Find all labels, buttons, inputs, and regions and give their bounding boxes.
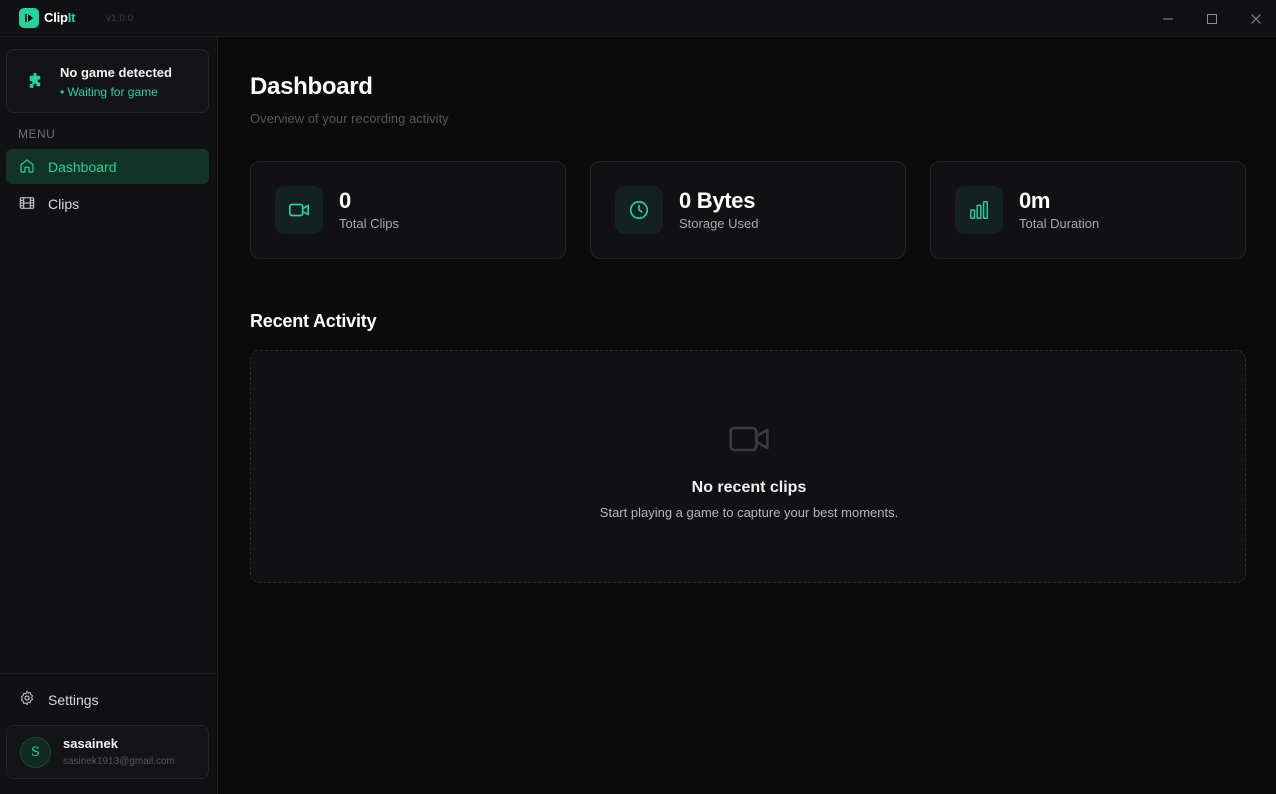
stat-value: 0 [339, 188, 351, 213]
sidebar-item-dashboard[interactable]: Dashboard [6, 149, 209, 184]
page-subtitle: Overview of your recording activity [250, 111, 449, 126]
stat-card-total-duration: 0m Total Duration [930, 161, 1246, 259]
sidebar-item-settings[interactable]: Settings [6, 681, 209, 716]
page-title: Dashboard [250, 73, 373, 100]
stat-value: 0m [1019, 188, 1051, 213]
app-logo-icon [19, 8, 39, 28]
minimize-button[interactable] [1146, 0, 1190, 37]
user-email: sasinek1913@gmail.com [63, 756, 175, 767]
recent-activity-panel: No recent clips Start playing a game to … [250, 350, 1246, 583]
user-name: sasainek [63, 736, 118, 751]
sidebar-divider [0, 673, 217, 674]
gear-icon [20, 690, 33, 706]
puzzle-icon [29, 72, 41, 88]
minimize-icon [1163, 18, 1173, 19]
sidebar-item-clips[interactable]: Clips [6, 186, 209, 221]
stat-label: Storage Used [679, 216, 759, 231]
game-status-title: No game detected [60, 65, 172, 80]
home-icon [20, 159, 34, 173]
close-button[interactable] [1234, 0, 1276, 37]
close-icon [1251, 13, 1261, 24]
settings-label: Settings [48, 692, 99, 708]
stat-card-storage-used: 0 Bytes Storage Used [590, 161, 906, 259]
video-icon [275, 186, 323, 234]
bar-chart-icon [955, 186, 1003, 234]
sidebar: No game detected • Waiting for game MENU… [0, 37, 218, 794]
clock-icon [615, 186, 663, 234]
stat-label: Total Clips [339, 216, 399, 231]
title-bar: ClipIt v1.0.0 [0, 0, 1276, 37]
main-content: Dashboard Overview of your recording act… [218, 37, 1276, 794]
game-status-card: No game detected • Waiting for game [6, 49, 209, 113]
maximize-button[interactable] [1190, 0, 1234, 37]
stat-card-total-clips: 0 Total Clips [250, 161, 566, 259]
stat-value: 0 Bytes [679, 188, 756, 213]
recent-activity-title: Recent Activity [250, 311, 377, 331]
user-profile-card[interactable]: S sasainek sasinek1913@gmail.com [6, 725, 209, 779]
menu-label: MENU [18, 127, 56, 141]
maximize-icon [1207, 13, 1217, 24]
film-icon [19, 197, 35, 209]
empty-state-title: No recent clips [691, 479, 807, 496]
sidebar-item-label: Clips [48, 196, 80, 212]
sidebar-item-label: Dashboard [48, 159, 117, 175]
video-icon [729, 426, 769, 452]
empty-state-subtitle: Start playing a game to capture your bes… [599, 505, 899, 520]
app-name: ClipIt [44, 10, 76, 25]
app-version: v1.0.0 [106, 13, 134, 24]
game-status-text: • Waiting for game [60, 85, 158, 99]
avatar: S [20, 737, 51, 768]
stat-label: Total Duration [1019, 216, 1100, 231]
